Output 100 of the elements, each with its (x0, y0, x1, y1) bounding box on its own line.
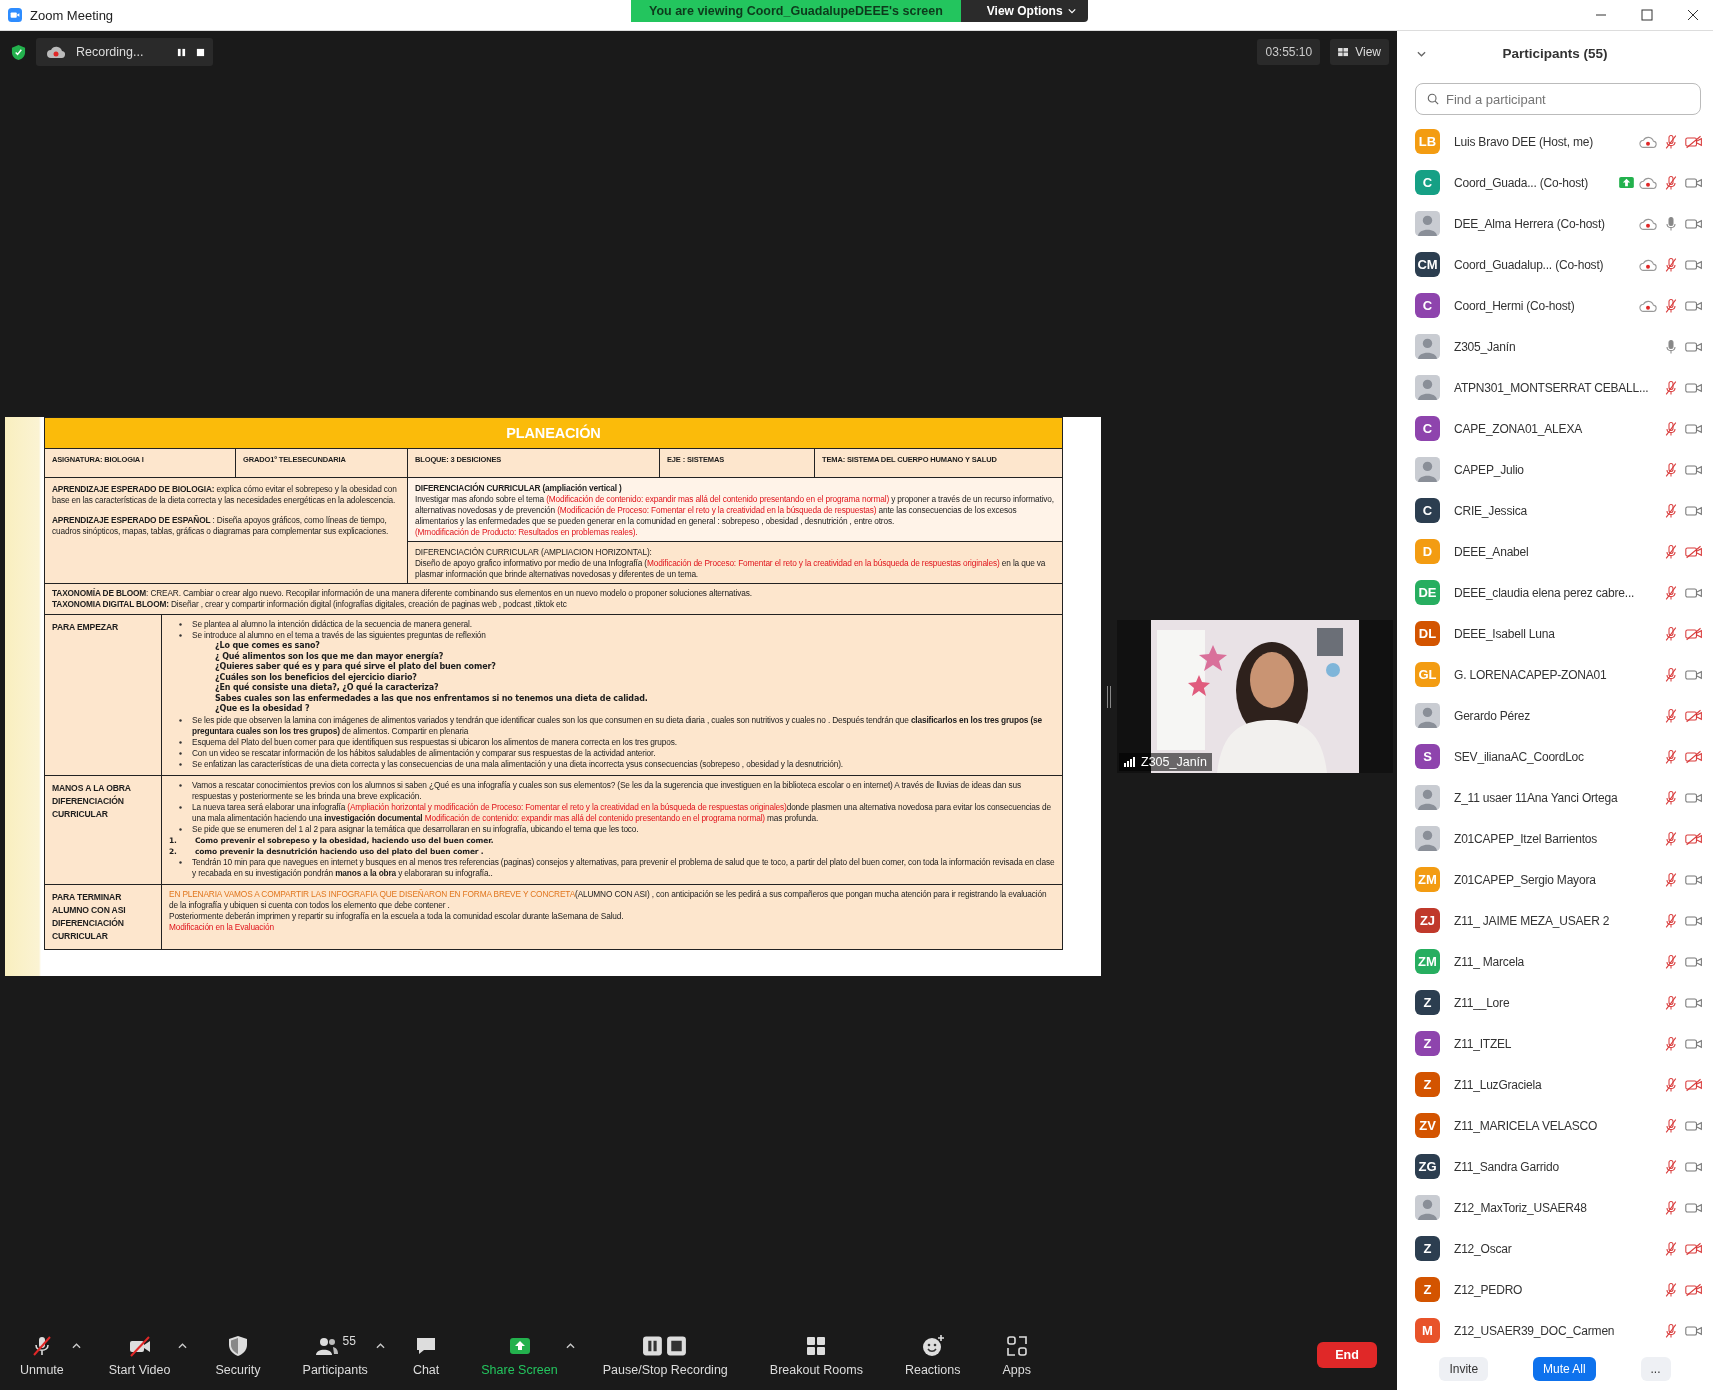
stop-icon[interactable] (196, 47, 206, 57)
participant-row[interactable]: GL G. LORENACAPEP-ZONA01 (1397, 654, 1713, 695)
participant-row[interactable]: DE DEEE_claudia elena perez cabre... (1397, 572, 1713, 613)
video-off-icon[interactable] (1685, 625, 1703, 642)
participant-row[interactable]: Z_11 usaer 11Ana Yanci Ortega (1397, 777, 1713, 818)
participant-row[interactable]: LB Luis Bravo DEE (Host, me) (1397, 121, 1713, 162)
participant-name: Z12_MaxToriz_USAER48 (1454, 1200, 1588, 1215)
participant-row[interactable]: ZM Z11_ Marcela (1397, 941, 1713, 982)
video-off-icon[interactable] (1685, 1281, 1703, 1298)
video-off-icon[interactable] (1685, 1240, 1703, 1257)
caret-icon[interactable] (375, 1343, 385, 1349)
participant-row[interactable]: Z305_Janín (1397, 326, 1713, 367)
bullet-icon (179, 805, 182, 809)
panel-button[interactable]: ... (1640, 1356, 1671, 1381)
meeting-timer: 03:55:10 (1257, 39, 1321, 65)
participant-row[interactable]: C Coord_Guada... (Co-host) (1397, 162, 1713, 203)
question-text: ¿Lo que comes es sano? (214, 641, 321, 651)
toolbar-video-button[interactable]: Start Video (102, 1333, 177, 1377)
bullet-icon (179, 740, 182, 744)
avatar: ZG (1415, 1154, 1440, 1179)
participant-row[interactable]: S SEV_ilianaAC_CoordLoc (1397, 736, 1713, 777)
toolbar-participants-button[interactable]: 55 Participants (296, 1333, 374, 1377)
caret-icon[interactable] (178, 1343, 188, 1349)
participant-row[interactable]: ZG Z11_Sandra Garrido (1397, 1146, 1713, 1187)
paragraph: TAXONOMIA DIGITAL BLOOM: Diseñar , crear y compartir información digital (infografías digitales, creación de paginas web , podcast ,tiktok etc (52, 599, 568, 611)
paragraph: Investigar mas afondo sobre el tema (Modificación de contenido: expandir mas allá del contenido presentando en el programa normal) y proponer a través de un recurso informativo, alternativas novedosas y de prevención (Modificación de Proceso: Fomentar el reto y la creatividad en la búsqueda de respuestas) ante las consecuencias de los excesos alimentarios y las enfermedades que se pueden generar en la comunidad en general : sobrepeso , obesidad , desnutrición , entre otros. (415, 494, 1055, 528)
bullet-icon (179, 762, 182, 766)
participant-row[interactable]: ATPN301_MONTSERRAT CEBALL... (1397, 367, 1713, 408)
video-off-icon[interactable] (1685, 830, 1703, 847)
participant-name: Luis Bravo DEE (Host, me) (1454, 134, 1595, 149)
list-item: Se introduce al alumno en el tema a través de las siguientes preguntas de reflexión (192, 630, 486, 641)
caret-icon[interactable] (565, 1343, 575, 1349)
end-button[interactable]: End (1317, 1342, 1377, 1368)
video-off-icon[interactable] (1685, 133, 1703, 150)
section-label: MANOS A LA OBRA (52, 781, 132, 795)
bullet-icon (179, 634, 182, 638)
participant-row[interactable]: CM Coord_Guadalup... (Co-host) (1397, 244, 1713, 285)
toolbar-share-button[interactable]: Share Screen (475, 1333, 564, 1377)
participant-name: DEEE_Anabel (1454, 544, 1530, 559)
participant-row[interactable]: C Coord_Hermi (Co-host) (1397, 285, 1713, 326)
paragraph: EN PLENARIA VAMOS A COMPARTIR LAS INFOGRAFIA QUE DISEÑARON EN FORMA BREVE Y CONCRETA(ALUMNO CON ASI) , con anticipación se les pedirá a sus compañeros que pongan mucha atención para ir registrando la evaluación de la infografía y ubiquen si cuenta con todos los elemento que debe contener . (169, 888, 1048, 911)
toolbar-security-button[interactable]: Security (209, 1333, 267, 1377)
participant-name: Gerardo Pérez (1454, 708, 1532, 723)
list-item: Tendrán 10 min para que navegues en internet y busques en al menos tres referencias (paginas) consejos y alternativas, para prevenir el problema de salud que te toco, a partir del plato del buen comer, con toda la información revisada en clase y recabada en su investigación pondrán manos a la obra y elaboraran su infografía.. (192, 856, 1055, 879)
participant-row[interactable]: Z12_MaxToriz_USAER48 (1397, 1187, 1713, 1228)
paragraph: APRENDIZAJE ESPERADO DE BIOLOGIA: explica cómo evitar el sobrepeso y la obesidad con base en las características de la dieta correcta y las necesidades energéticas en la adolescencia. (52, 484, 398, 507)
participant-row[interactable]: DL DEEE_Isabell Luna (1397, 613, 1713, 654)
paragraph: Diseño de apoyo grafico informativo por medio de una Infografía (Modificación de Proceso: Fomentar el reto y la creatividad en la búsqueda de respuestas originales) en la que va plasmar información que brinde alternativas novedosas y diferentes de un tema. (415, 558, 1047, 581)
participant-row[interactable]: ZV Z11_MARICELA VELASCO (1397, 1105, 1713, 1146)
close-icon[interactable] (1687, 9, 1699, 21)
avatar: DL (1415, 621, 1440, 646)
panel-button[interactable]: Mute All (1532, 1356, 1596, 1381)
toolbar-chat-button[interactable]: Chat (406, 1333, 446, 1377)
section-label: DIFERENCIACIÓN (52, 794, 125, 808)
bullet-icon (179, 783, 182, 787)
search-field[interactable]: Find a participant (1415, 83, 1701, 115)
view-button[interactable]: View (1330, 39, 1389, 65)
participant-name: Z11_MARICELA VELASCO (1454, 1118, 1599, 1133)
collapse-icon[interactable] (1417, 51, 1426, 57)
video-off-icon[interactable] (1685, 1076, 1703, 1093)
question-text: ¿Que es la obesidad ? (214, 704, 311, 715)
maximize-icon[interactable] (1641, 9, 1653, 21)
participant-row[interactable]: CAPEP_Julio (1397, 449, 1713, 490)
caret-icon[interactable] (71, 1343, 81, 1349)
avatar: GL (1415, 662, 1440, 687)
toolbar-record-button[interactable]: Pause/Stop Recording (596, 1333, 734, 1377)
participant-row[interactable]: Z01CAPEP_Itzel Barrientos (1397, 818, 1713, 859)
participant-row[interactable]: Z Z11__Lore (1397, 982, 1713, 1023)
participant-row[interactable]: D DEEE_Anabel (1397, 531, 1713, 572)
participant-row[interactable]: Z Z11_ITZEL (1397, 1023, 1713, 1064)
view-options-button[interactable]: View Options (960, 0, 1088, 22)
section-label: ALUMNO CON ASI (52, 903, 127, 917)
participant-row[interactable]: Z Z12_PEDRO (1397, 1269, 1713, 1310)
participant-row[interactable]: ZJ Z11_ JAIME MEZA_USAER 2 (1397, 900, 1713, 941)
panel-button[interactable]: Invite (1439, 1356, 1489, 1381)
toolbar-reactions-button[interactable]: Reactions (898, 1333, 967, 1377)
participant-row[interactable]: C CAPE_ZONA01_ALEXA (1397, 408, 1713, 449)
paragraph: DIFERENCIACIÓN CURRICULAR (AMPLIACION HORIZONTAL): (415, 547, 653, 559)
participant-row[interactable]: Z Z11_LuzGraciela (1397, 1064, 1713, 1105)
avatar: C (1415, 416, 1440, 441)
participant-row[interactable]: C CRIE_Jessica (1397, 490, 1713, 531)
video-off-icon[interactable] (1685, 748, 1703, 765)
participant-row[interactable]: ZM Z01CAPEP_Sergio Mayora (1397, 859, 1713, 900)
video-off-icon[interactable] (1685, 543, 1703, 560)
participant-name: Z11__Lore (1454, 995, 1511, 1010)
shield-icon[interactable] (11, 43, 26, 61)
participant-row[interactable]: M Z12_USAER39_DOC_Carmen (1397, 1310, 1713, 1347)
participant-name: CAPE_ZONA01_ALEXA (1454, 421, 1583, 436)
avatar: Z (1415, 1031, 1440, 1056)
pause-icon[interactable] (177, 47, 187, 57)
participant-name: Z305_Janín (1454, 339, 1517, 354)
search-icon (1427, 93, 1439, 105)
toolbar-apps-button[interactable]: Apps (996, 1333, 1037, 1377)
participant-row[interactable]: DEE_Alma Herrera (Co-host) (1397, 203, 1713, 244)
chevron-down-icon (1067, 8, 1076, 14)
toolbar-breakout-button[interactable]: Breakout Rooms (763, 1333, 869, 1377)
video-off-icon[interactable] (1685, 707, 1703, 724)
participant-row[interactable]: Gerardo Pérez (1397, 695, 1713, 736)
participant-row[interactable]: Z Z12_Oscar (1397, 1228, 1713, 1269)
toolbar-mic-button[interactable]: Unmute (14, 1333, 70, 1377)
